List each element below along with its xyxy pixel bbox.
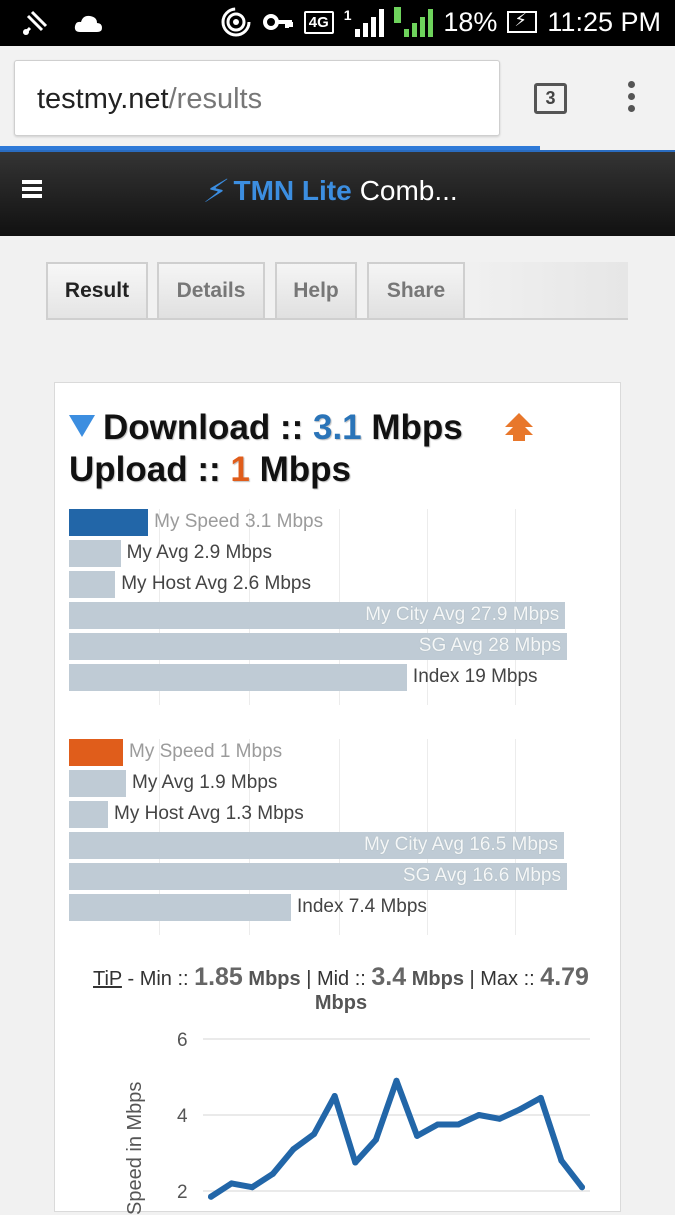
upload-summary: Upload :: 1 Mbps: [69, 450, 351, 489]
download-bar-label: My City Avg 27.9 Mbps: [365, 604, 560, 625]
download-bar-row: My Speed 3.1 Mbps: [69, 509, 609, 536]
speed-data-point: [393, 1077, 400, 1084]
download-bar-row: My Avg 2.9 Mbps: [69, 540, 609, 567]
site-brand[interactable]: ⚡ TMN Lite Comb...: [201, 172, 458, 210]
speed-data-point: [455, 1121, 462, 1128]
overflow-menu-icon[interactable]: [624, 81, 638, 117]
download-bar: [69, 540, 121, 567]
speed-data-point: [414, 1132, 421, 1139]
speed-data-point: [352, 1159, 359, 1166]
download-arrow-icon: [69, 415, 95, 437]
upload-bar: [69, 770, 126, 797]
speed-over-time-chart: 246Speed in Mbps: [124, 1030, 590, 1215]
upload-arrow-icon: [505, 413, 533, 441]
upload-bar-row: My City Avg 16.5 Mbps: [69, 832, 609, 859]
clock: 11:25 PM: [547, 6, 661, 37]
url-path: /results: [168, 83, 263, 115]
hotspot-icon: [221, 7, 251, 37]
speed-data-point: [269, 1170, 276, 1177]
battery-charging-icon: [507, 10, 538, 33]
speed-data-point: [558, 1157, 565, 1164]
browser-toolbar: testmy.net/results 3: [0, 46, 675, 150]
speed-data-point: [249, 1184, 256, 1191]
y-tick-label: 4: [177, 1106, 188, 1127]
download-bar-label: SG Avg 28 Mbps: [418, 635, 561, 656]
download-bar: [69, 664, 407, 691]
sim2-signal-icon: 2: [393, 7, 434, 37]
tip-max-value: 4.79: [540, 963, 589, 991]
status-bar: 4G 1 2 18% 11:25 PM: [0, 0, 675, 46]
tip-stats: TiP - Min :: 1.85 Mbps | Mid :: 3.4 Mbps…: [93, 963, 589, 1015]
network-type-badge: 4G: [303, 10, 334, 34]
upload-bar-label: My Avg 1.9 Mbps: [132, 772, 278, 793]
upload-bar-label: SG Avg 16.6 Mbps: [402, 865, 561, 886]
upload-bar: [69, 739, 123, 766]
speed-data-point: [372, 1136, 379, 1143]
download-bar-row: My Host Avg 2.6 Mbps: [69, 571, 609, 598]
speed-data-point: [331, 1093, 338, 1099]
download-bar-row: Index 19 Mbps: [69, 664, 609, 691]
tip-mid-value: 3.4: [371, 963, 407, 991]
tab-share[interactable]: Share: [367, 262, 465, 320]
upload-bar-row: My Host Avg 1.3 Mbps: [69, 801, 609, 828]
speed-data-point: [228, 1180, 235, 1187]
speed-data-point: [517, 1106, 524, 1113]
tab-result[interactable]: Result: [46, 262, 148, 320]
speed-series-line: [208, 1077, 585, 1200]
upload-bar-label: My City Avg 16.5 Mbps: [364, 834, 558, 855]
speed-data-point: [475, 1112, 482, 1118]
download-bar-label: Index 19 Mbps: [412, 666, 538, 687]
upload-value: 1: [230, 450, 250, 489]
tab-details[interactable]: Details: [157, 262, 265, 320]
download-value: 3.1: [312, 408, 362, 447]
vpn-key-icon: [262, 14, 293, 30]
tab-switcher-button[interactable]: 3: [534, 83, 567, 114]
speed-data-point: [311, 1131, 318, 1137]
download-bar: [69, 571, 116, 598]
download-bar-row: SG Avg 28 Mbps: [69, 633, 609, 660]
menu-icon[interactable]: [22, 180, 42, 198]
download-comparison-chart: My Speed 3.1 Mbps My Avg 2.9 Mbps My Host …: [69, 509, 609, 705]
upload-bar-row: My Avg 1.9 Mbps: [69, 770, 609, 797]
upload-bar-row: SG Avg 16.6 Mbps: [69, 863, 609, 890]
speed-data-point: [537, 1094, 544, 1101]
download-bar-label: My Host Avg 2.6 Mbps: [121, 573, 311, 594]
result-tabs: Result Details Help Share: [46, 262, 628, 320]
results-card: Download :: 3.1 Mbps Upload :: 1 Mbps My…: [54, 382, 621, 1215]
upload-bar-label: My Speed 1 Mbps: [129, 741, 283, 762]
speed-data-point: [208, 1193, 214, 1200]
cloud-icon: [74, 15, 102, 32]
y-tick-label: 6: [177, 1030, 188, 1051]
speed-data-point: [579, 1184, 585, 1191]
download-bar-label: My Speed 3.1 Mbps: [154, 511, 324, 532]
satellite-icon: [22, 10, 48, 36]
lightning-bolt-icon: ⚡: [201, 173, 232, 209]
battery-percent: 18%: [443, 6, 498, 37]
upload-comparison-chart: My Speed 1 Mbps My Avg 1.9 Mbps My Host Av…: [69, 739, 609, 935]
tip-min-value: 1.85: [194, 963, 243, 991]
tip-link[interactable]: TiP: [93, 968, 122, 990]
upload-bar-label: Index 7.4 Mbps: [297, 896, 427, 917]
sim1-signal-icon: 1: [344, 7, 384, 37]
url-bar[interactable]: testmy.net/results: [14, 60, 500, 136]
download-summary: Download :: 3.1 Mbps: [69, 407, 463, 449]
upload-bar: [69, 894, 291, 921]
tab-help[interactable]: Help: [275, 262, 357, 320]
download-bar-row: My City Avg 27.9 Mbps: [69, 602, 609, 629]
brand-name: TMN Lite: [233, 175, 352, 206]
page-title: Comb...: [359, 175, 458, 206]
speed-data-point: [434, 1121, 441, 1128]
upload-bar-row: My Speed 1 Mbps: [69, 739, 609, 766]
upload-bar-label: My Host Avg 1.3 Mbps: [114, 803, 304, 824]
speed-data-point: [290, 1146, 297, 1153]
speed-data-point: [496, 1115, 503, 1122]
download-bar-label: My Avg 2.9 Mbps: [126, 542, 272, 563]
speed-summary: Download :: 3.1 Mbps Upload :: 1 Mbps: [69, 407, 463, 491]
site-header: ⚡ TMN Lite Comb...: [0, 150, 675, 236]
y-axis-label: Speed in Mbps: [124, 1082, 146, 1215]
upload-bar-row: Index 7.4 Mbps: [69, 894, 609, 921]
url-domain: testmy.net: [37, 83, 169, 115]
upload-bar: [69, 801, 108, 828]
download-bar: [69, 509, 149, 536]
